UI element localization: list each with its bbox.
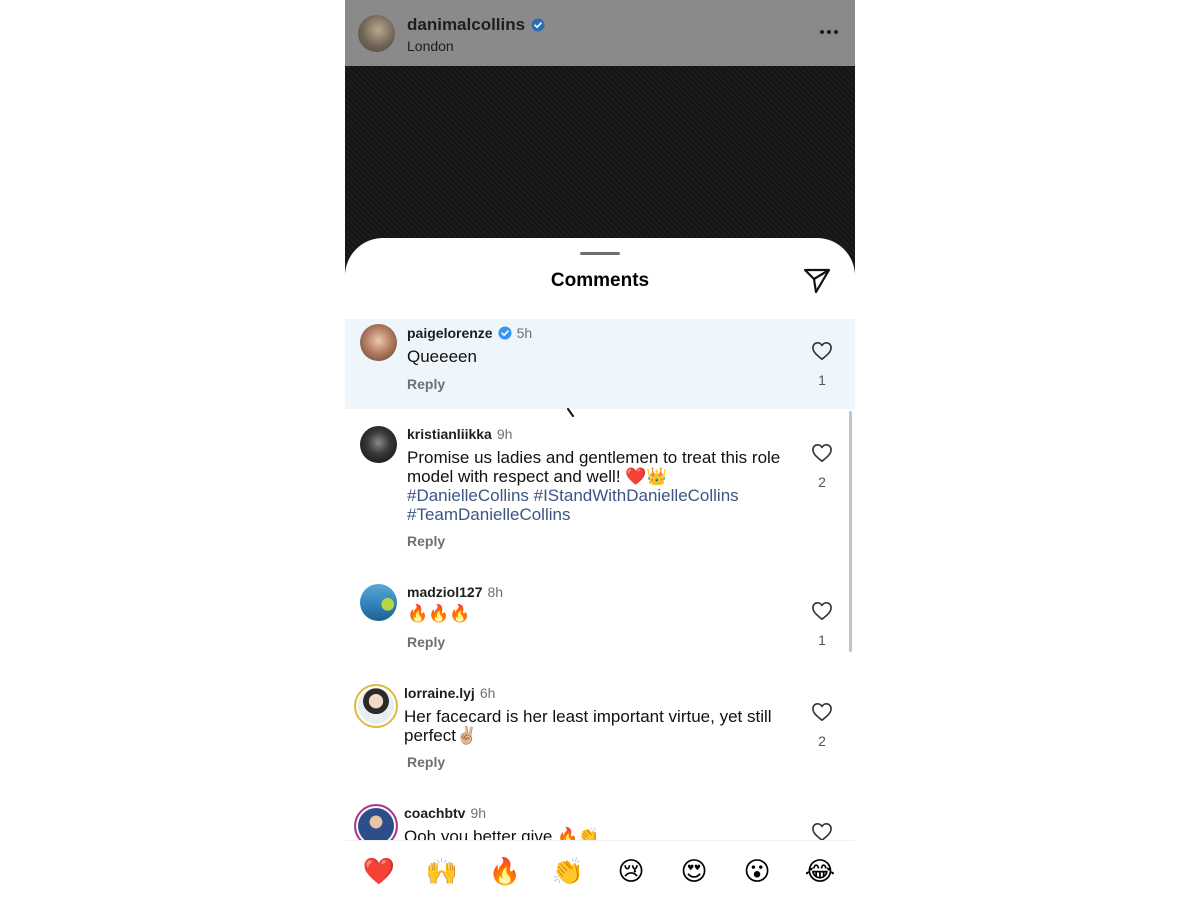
comment-username[interactable]: madziol127: [407, 584, 482, 600]
comment-meta: kristianliikka 9h: [407, 426, 512, 442]
comments-sheet: Comments paigelorenze 5h Queeeen Reply 1…: [345, 238, 855, 900]
like-count: 2: [818, 474, 826, 490]
commenter-avatar[interactable]: [360, 324, 397, 361]
reply-button[interactable]: Reply: [407, 754, 445, 770]
comment-meta: lorraine.lyj 6h: [404, 685, 495, 701]
comment-item: paigelorenze 5h Queeeen Reply 1: [345, 319, 855, 409]
comment-item: kristianliikka 9h Promise us ladies and …: [345, 419, 855, 569]
comment-time: 6h: [479, 685, 496, 701]
paper-plane-icon[interactable]: [803, 268, 831, 294]
comment-username[interactable]: paigelorenze: [407, 325, 493, 341]
comment-username[interactable]: lorraine.lyj: [404, 685, 475, 701]
post-author-avatar[interactable]: [358, 15, 395, 52]
verified-badge-icon: [531, 18, 545, 32]
like-count: 1: [818, 372, 826, 388]
commenter-avatar[interactable]: [360, 584, 397, 621]
post-author[interactable]: danimalcollins: [407, 15, 545, 35]
like-count: 2: [818, 733, 826, 749]
post-location[interactable]: London: [407, 38, 454, 54]
comment-time: 8h: [487, 584, 504, 600]
comment-username[interactable]: kristianliikka: [407, 426, 492, 442]
reply-button[interactable]: Reply: [407, 376, 445, 392]
loading-spinner: [567, 405, 575, 417]
comment-text: Ooh you better give 🔥👏: [404, 827, 600, 840]
heart-outline-icon[interactable]: [811, 702, 833, 722]
comment-time: 5h: [516, 325, 533, 341]
instagram-screen: danimalcollins London Comments paigelore…: [345, 0, 855, 900]
comment-item: madziol127 8h 🔥🔥🔥 Reply 1: [345, 577, 855, 667]
emoji-heart-eyes[interactable]: 😍: [676, 857, 712, 887]
emoji-red-heart[interactable]: ❤️: [361, 857, 397, 887]
comment-meta: madziol127 8h: [407, 584, 503, 600]
sheet-drag-handle[interactable]: [580, 252, 620, 255]
emoji-fire[interactable]: 🔥: [487, 857, 523, 887]
heart-outline-icon[interactable]: [811, 822, 833, 840]
heart-outline-icon[interactable]: [811, 601, 833, 621]
reply-button[interactable]: Reply: [407, 533, 445, 549]
commenter-avatar[interactable]: [354, 684, 398, 728]
emoji-raising-hands[interactable]: 🙌: [424, 857, 460, 887]
comment-text: Queeeen: [407, 347, 477, 366]
like-count: 1: [818, 632, 826, 648]
comment-meta: coachbtv 9h: [404, 805, 486, 821]
heart-outline-icon[interactable]: [811, 341, 833, 361]
comment-text: Her facecard is her least important virt…: [404, 707, 772, 745]
sheet-title: Comments: [550, 270, 650, 291]
comments-scrollbar[interactable]: [849, 411, 852, 652]
commenter-avatar[interactable]: [354, 804, 398, 840]
emoji-clapping-hands[interactable]: 👏: [550, 857, 586, 887]
comment-text: Promise us ladies and gentlemen to treat…: [407, 448, 781, 486]
comment-item: coachbtv 9h Ooh you better give 🔥👏: [345, 798, 855, 840]
comment-username[interactable]: coachbtv: [404, 805, 465, 821]
more-horizontal-icon[interactable]: [817, 22, 841, 42]
comment-text: 🔥🔥🔥: [407, 604, 471, 624]
comment-time: 9h: [470, 805, 487, 821]
post-author-username[interactable]: danimalcollins: [407, 15, 525, 35]
emoji-reaction-bar: ❤️ 🙌 🔥 👏 😢 😍 😮 😂: [345, 840, 855, 900]
emoji-tears-of-joy[interactable]: 😂: [802, 857, 838, 887]
comment-time: 9h: [496, 426, 513, 442]
comments-list[interactable]: paigelorenze 5h Queeeen Reply 1 kristian…: [345, 319, 855, 840]
post-header: danimalcollins London: [345, 0, 855, 66]
emoji-surprised-face[interactable]: 😮: [739, 857, 775, 887]
comment-hashtags[interactable]: #DanielleCollins #IStandWithDanielleColl…: [407, 486, 797, 524]
commenter-avatar[interactable]: [360, 426, 397, 463]
heart-outline-icon[interactable]: [811, 443, 833, 463]
verified-badge-icon: [498, 326, 512, 340]
reply-button[interactable]: Reply: [407, 634, 445, 650]
comment-item: lorraine.lyj 6h Her facecard is her leas…: [345, 678, 855, 778]
emoji-crying-face[interactable]: 😢: [613, 857, 649, 887]
comment-meta: paigelorenze 5h: [407, 325, 532, 341]
